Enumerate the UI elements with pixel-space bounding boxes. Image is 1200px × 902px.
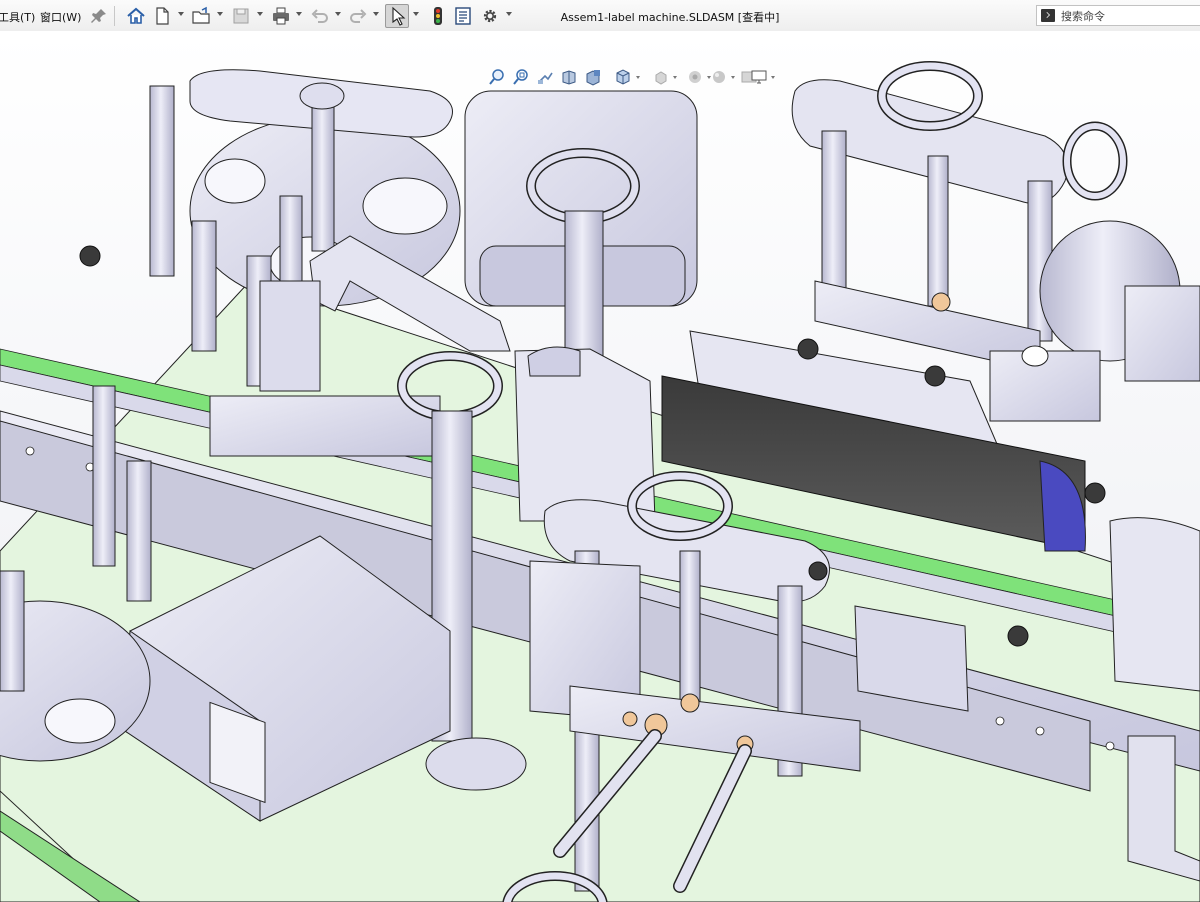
bushing[interactable] <box>680 693 700 713</box>
chevron-down-icon[interactable] <box>335 12 341 16</box>
bushing[interactable] <box>622 711 638 727</box>
bushing[interactable] <box>931 292 951 312</box>
pin-icon[interactable] <box>88 5 110 27</box>
chevron-down-icon[interactable] <box>178 12 184 16</box>
bottle-handle[interactable] <box>527 346 581 377</box>
label-reel-hole[interactable] <box>362 177 448 235</box>
guide-post[interactable] <box>149 85 175 277</box>
search-input[interactable] <box>1059 7 1200 26</box>
toolbar-separator <box>114 6 115 26</box>
gearbox[interactable] <box>1124 285 1200 382</box>
reel-shaft[interactable] <box>311 90 335 252</box>
label-reel-hole[interactable] <box>44 698 116 744</box>
redo-icon[interactable] <box>347 5 369 27</box>
label-machine-3d-model[interactable] <box>0 31 1200 902</box>
guide-post[interactable] <box>191 220 217 352</box>
bottle[interactable] <box>1109 517 1200 692</box>
undo-icon[interactable] <box>309 5 331 27</box>
guide-post[interactable] <box>92 385 116 567</box>
rebuild-icon[interactable] <box>427 5 449 27</box>
command-prompt-icon <box>1041 9 1055 22</box>
peel-block[interactable] <box>259 280 321 392</box>
guide-post[interactable] <box>927 155 949 307</box>
graphics-area[interactable] <box>0 31 1200 902</box>
handwheel[interactable] <box>1064 123 1126 199</box>
label-reel-hole[interactable] <box>204 158 266 204</box>
reel-knob[interactable] <box>299 82 345 110</box>
guide-post[interactable] <box>0 570 25 692</box>
file-properties-icon[interactable] <box>452 5 474 27</box>
chevron-down-icon[interactable] <box>217 12 223 16</box>
open-folder-icon[interactable] <box>190 5 212 27</box>
chevron-down-icon[interactable] <box>257 12 263 16</box>
menu-window[interactable]: 窗口(W) <box>40 9 81 25</box>
chevron-down-icon[interactable] <box>413 12 419 16</box>
home-icon[interactable] <box>125 5 147 27</box>
chevron-down-icon[interactable] <box>506 12 512 16</box>
command-toolbar: 工具(T) 窗口(W) Assem1-label machine.SLDASM … <box>0 0 1200 32</box>
print-icon[interactable] <box>270 5 292 27</box>
save-icon[interactable] <box>230 5 252 27</box>
gear-icon[interactable] <box>479 5 501 27</box>
column-base[interactable] <box>425 737 527 791</box>
chevron-down-icon[interactable] <box>296 12 302 16</box>
gearbox-hole[interactable] <box>1021 345 1049 367</box>
menu-tools[interactable]: 工具(T) <box>0 9 35 25</box>
chevron-down-icon[interactable] <box>373 12 379 16</box>
new-document-icon[interactable] <box>151 5 173 27</box>
cursor-icon[interactable] <box>385 4 409 28</box>
guide-post[interactable] <box>126 460 152 602</box>
search-commands[interactable] <box>1036 5 1200 26</box>
